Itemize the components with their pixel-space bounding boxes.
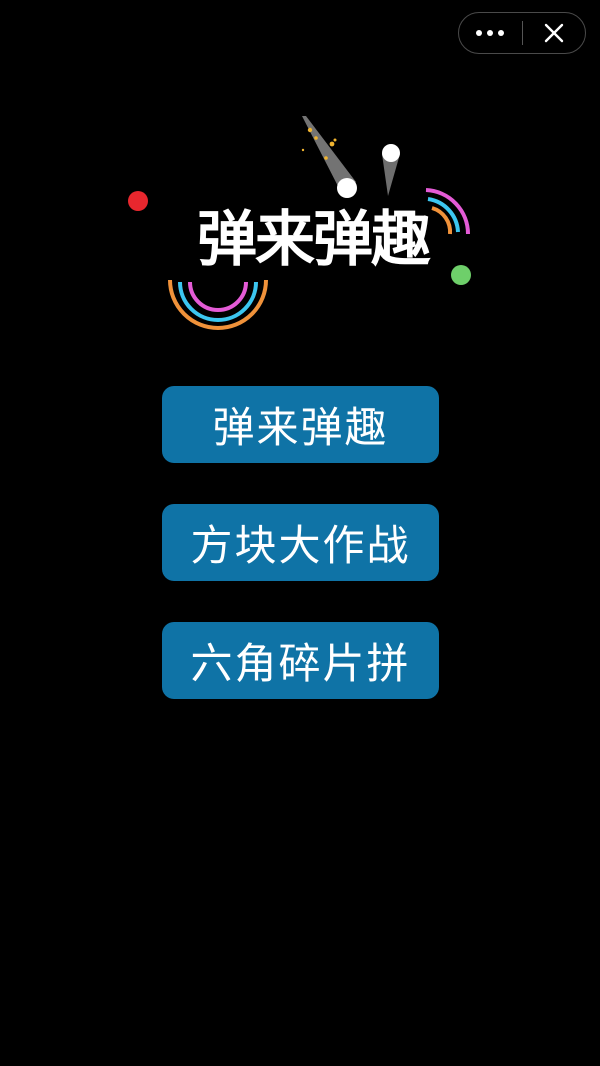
game-button-label: 方块大作战 xyxy=(190,521,411,570)
game-button-liujiaosuipianpin[interactable]: 六角碎片拼 xyxy=(162,622,439,699)
rings-left-icon xyxy=(168,279,268,330)
game-button-label: 六角碎片拼 xyxy=(190,639,411,688)
logo-title: 弹来弹趣 xyxy=(197,205,431,275)
more-dots-icon xyxy=(476,30,505,36)
close-icon xyxy=(544,23,563,43)
game-button-tanlaitanqu[interactable]: 弹来弹趣 xyxy=(162,386,439,463)
game-button-fangkuaidazuozhan[interactable]: 方块大作战 xyxy=(162,504,439,581)
game-logo: 弹来弹趣 xyxy=(120,110,480,330)
close-button[interactable] xyxy=(522,13,585,53)
comet-icon xyxy=(301,116,357,198)
comet-icon xyxy=(382,144,400,196)
more-button[interactable] xyxy=(459,13,522,53)
red-ball-icon xyxy=(128,191,148,211)
game-button-label: 弹来弹趣 xyxy=(212,403,389,452)
capsule-menu xyxy=(458,12,586,54)
game-menu: 弹来弹趣 方块大作战 六角碎片拼 xyxy=(162,386,439,740)
